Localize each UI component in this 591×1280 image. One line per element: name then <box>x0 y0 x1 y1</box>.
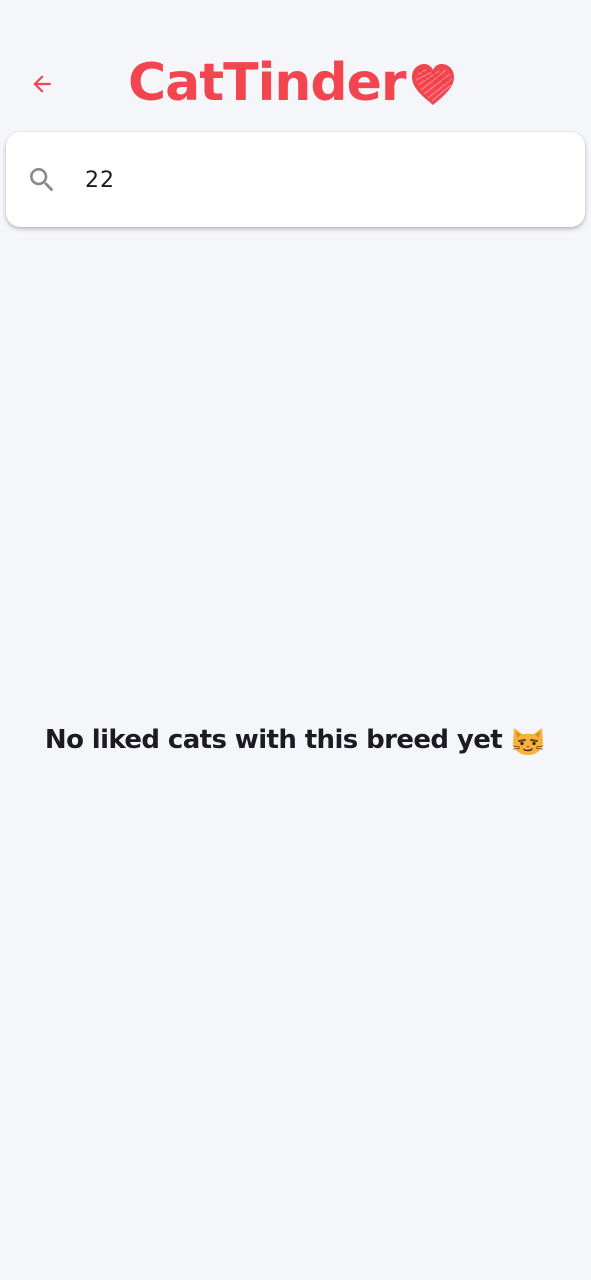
search-icon <box>30 168 54 192</box>
back-button[interactable] <box>22 64 62 104</box>
smirking-cat-emoji-icon <box>513 728 544 755</box>
search-input[interactable] <box>84 159 565 201</box>
app-logo: CatTinder <box>128 52 457 114</box>
search-bar <box>6 132 585 227</box>
liked-cats-screen: CatTinder No liked cats with this breed … <box>0 0 591 1280</box>
empty-state-message: No liked cats with this breed yet <box>44 725 503 755</box>
heart-icon <box>411 64 454 105</box>
logo-text: CatTinder <box>128 53 407 113</box>
arrow-back-icon <box>33 75 51 93</box>
empty-state: No liked cats with this breed yet <box>0 722 591 758</box>
